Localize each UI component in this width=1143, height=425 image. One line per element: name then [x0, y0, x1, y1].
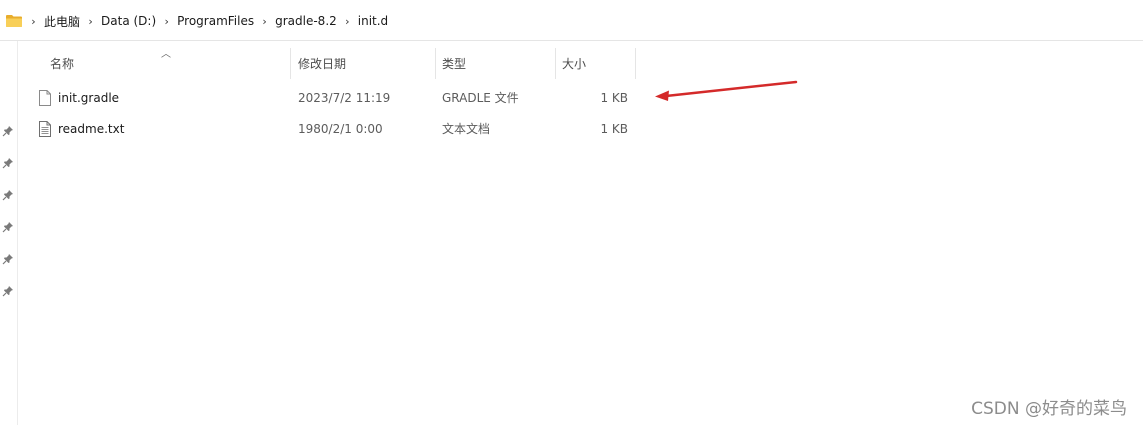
column-header-size[interactable]: 大小 — [562, 48, 586, 79]
column-header-date[interactable]: 修改日期 — [298, 48, 346, 79]
pin-icon[interactable] — [2, 253, 14, 265]
breadcrumb-item-drive-d[interactable]: Data (D:) — [98, 14, 159, 28]
breadcrumb-item-this-pc[interactable]: 此电脑 — [41, 13, 83, 30]
chevron-right-icon[interactable]: › — [340, 15, 355, 28]
breadcrumb: › 此电脑 › Data (D:) › ProgramFiles › gradl… — [26, 12, 391, 30]
file-row[interactable]: init.gradle 2023/7/2 11:19 GRADLE 文件 1 K… — [32, 84, 636, 112]
file-date: 1980/2/1 0:00 — [298, 122, 383, 136]
column-divider[interactable] — [435, 48, 436, 79]
column-header-type[interactable]: 类型 — [442, 48, 466, 79]
file-type: 文本文档 — [442, 122, 491, 136]
chevron-right-icon[interactable]: › — [26, 15, 41, 28]
column-header-name-label: 名称 — [50, 57, 75, 71]
annotation-arrow-icon — [655, 80, 798, 101]
column-divider[interactable] — [555, 48, 556, 79]
pin-icon[interactable] — [2, 221, 14, 233]
breadcrumb-item-init-d[interactable]: init.d — [355, 14, 391, 28]
pin-icon[interactable] — [2, 189, 14, 201]
pin-icon[interactable] — [2, 285, 14, 297]
file-date: 2023/7/2 11:19 — [298, 91, 391, 105]
file-name[interactable]: readme.txt — [58, 115, 124, 143]
column-divider[interactable] — [290, 48, 291, 79]
column-divider[interactable] — [635, 48, 636, 79]
file-size: 1 KB — [600, 91, 628, 105]
navigation-pane — [0, 41, 18, 425]
column-header-name[interactable]: 名称 — [50, 48, 74, 79]
column-header-size-label: 大小 — [562, 57, 587, 71]
column-header-date-label: 修改日期 — [298, 57, 347, 71]
pin-icon[interactable] — [2, 157, 14, 169]
file-icon — [39, 90, 51, 106]
pin-icon[interactable] — [2, 125, 14, 137]
address-bar[interactable]: › 此电脑 › Data (D:) › ProgramFiles › gradl… — [0, 0, 1143, 41]
sort-ascending-icon: ︿ — [161, 49, 171, 60]
text-file-icon — [39, 121, 51, 137]
file-name[interactable]: init.gradle — [58, 84, 119, 112]
file-explorer-window: › 此电脑 › Data (D:) › ProgramFiles › gradl… — [0, 0, 1143, 425]
column-header-type-label: 类型 — [442, 57, 467, 71]
file-row[interactable]: readme.txt 1980/2/1 0:00 文本文档 1 KB — [32, 115, 636, 143]
breadcrumb-item-programfiles[interactable]: ProgramFiles — [174, 14, 257, 28]
file-type: GRADLE 文件 — [442, 91, 519, 105]
file-size: 1 KB — [600, 122, 628, 136]
chevron-right-icon[interactable]: › — [83, 15, 98, 28]
breadcrumb-item-gradle[interactable]: gradle-8.2 — [272, 14, 340, 28]
watermark: CSDN @好奇的菜鸟 — [971, 399, 1127, 419]
chevron-right-icon[interactable]: › — [257, 15, 272, 28]
chevron-right-icon[interactable]: › — [159, 15, 174, 28]
folder-icon — [6, 15, 22, 27]
